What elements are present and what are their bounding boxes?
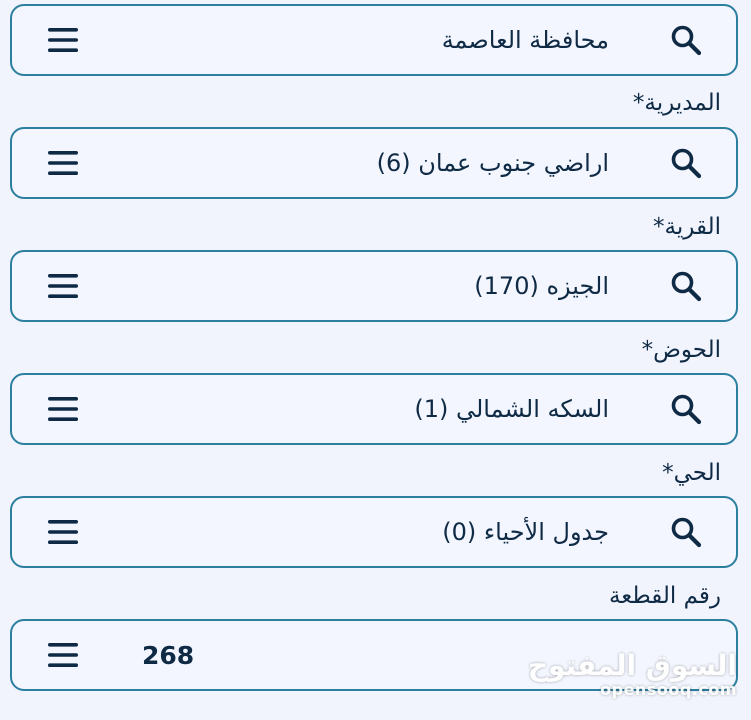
directorate-value: اراضي جنوب عمان (6) xyxy=(376,149,609,177)
neighborhood-value: جدول الأحياء (0) xyxy=(442,518,609,546)
plot-number-label: رقم القطعة xyxy=(608,583,721,609)
basin-select[interactable]: السكه الشمالي (1) xyxy=(10,373,738,445)
basin-label: الحوض* xyxy=(641,337,721,363)
village-value: الجيزه (170) xyxy=(474,272,609,300)
hamburger-menu-icon[interactable] xyxy=(48,27,78,53)
basin-value: السكه الشمالي (1) xyxy=(414,395,609,423)
hamburger-menu-icon[interactable] xyxy=(48,519,78,545)
hamburger-menu-icon[interactable] xyxy=(48,396,78,422)
directorate-label: المديرية* xyxy=(632,90,721,116)
search-icon[interactable] xyxy=(670,24,702,56)
hamburger-menu-icon[interactable] xyxy=(48,273,78,299)
search-icon[interactable] xyxy=(670,516,702,548)
village-label: القرية* xyxy=(653,214,721,240)
neighborhood-select[interactable]: جدول الأحياء (0) xyxy=(10,496,738,568)
hamburger-menu-icon[interactable] xyxy=(48,150,78,176)
village-select[interactable]: الجيزه (170) xyxy=(10,250,738,322)
directorate-select[interactable]: اراضي جنوب عمان (6) xyxy=(10,127,738,199)
governorate-value: محافظة العاصمة xyxy=(441,26,609,54)
watermark-arabic: السوق المفتوح xyxy=(527,649,737,682)
opensooq-watermark: السوق المفتوح opensooq.com xyxy=(528,652,737,698)
watermark-latin: opensooq.com xyxy=(600,680,737,699)
hamburger-menu-icon[interactable] xyxy=(48,642,78,668)
search-icon[interactable] xyxy=(670,393,702,425)
search-icon[interactable] xyxy=(670,147,702,179)
governorate-select[interactable]: محافظة العاصمة xyxy=(10,4,738,76)
neighborhood-label: الحي* xyxy=(662,460,721,486)
plot-number-value[interactable]: 268 xyxy=(142,621,194,689)
search-icon[interactable] xyxy=(670,270,702,302)
